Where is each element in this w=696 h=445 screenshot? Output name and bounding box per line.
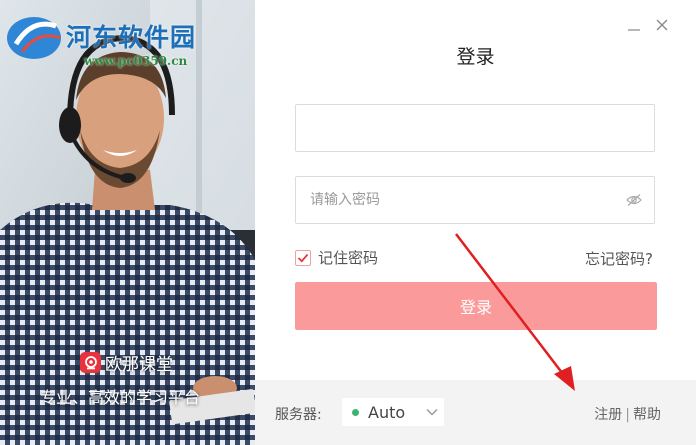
webcam-icon [80,352,101,373]
footer-separator: | [625,407,630,423]
brand: 欧那课堂 [80,350,173,375]
server-status-dot [352,408,359,416]
checkbox-checked-icon [295,249,311,266]
password-input[interactable] [296,177,624,223]
remember-password-checkbox[interactable]: 记住密码 [295,247,378,268]
page-title: 登录 [456,46,495,68]
server-select[interactable]: Auto [342,398,444,426]
server-value: Auto [368,402,406,422]
help-link[interactable]: 帮助 [633,407,661,423]
register-link[interactable]: 注册 [594,407,622,423]
forgot-password-link[interactable]: 忘记密码? [585,248,653,269]
brand-slogan: 专业、高效的学习平台 [40,388,201,407]
watermark: 河东软件园 www.pc0359.cn [4,8,214,68]
login-panel: 登录 记住密码 忘记密码? 登录 服务器: Auto 注册 | 帮助 [255,0,696,445]
remember-password-label: 记住密码 [318,249,379,267]
watermark-url: www.pc0359.cn [84,54,188,68]
watermark-logo-icon [7,17,61,59]
footer-links: 注册 | 帮助 [594,404,661,424]
brand-name: 欧那课堂 [105,355,173,375]
login-button[interactable]: 登录 [295,282,657,330]
close-icon [656,19,668,31]
username-field-box [295,104,655,152]
password-field-box [295,176,655,224]
footer-bar: 服务器: Auto 注册 | 帮助 [255,380,696,445]
watermark-title: 河东软件园 [66,23,197,52]
close-button[interactable] [651,14,673,36]
username-input[interactable] [296,105,624,151]
promo-panel: 河东软件园 www.pc0359.cn 欧那课堂 专业、高效的学习平台 [0,0,255,445]
minimize-icon [628,29,640,31]
eye-off-icon[interactable] [626,193,642,207]
minimize-button[interactable] [623,14,645,36]
server-label: 服务器: [275,407,322,423]
chevron-down-icon [426,409,438,416]
